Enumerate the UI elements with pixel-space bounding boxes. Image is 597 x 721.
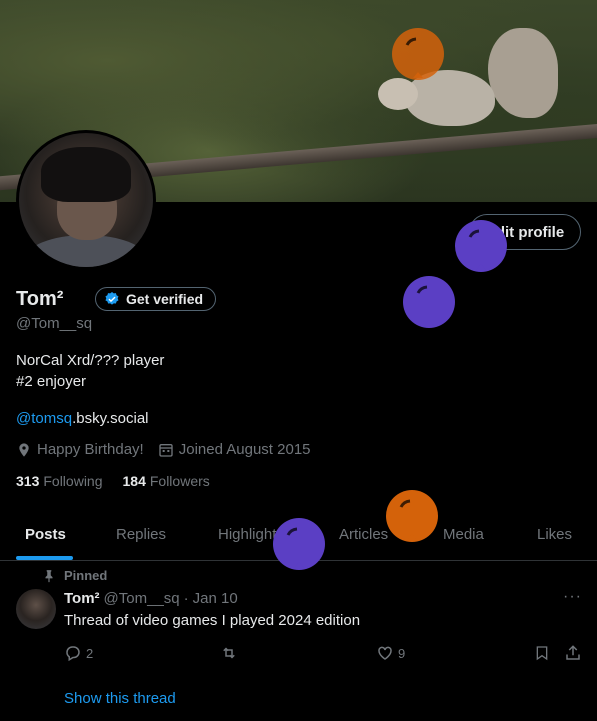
post-author-name[interactable]: Tom²: [64, 590, 100, 607]
birthday-item: Happy Birthday!: [16, 441, 144, 458]
bookmark-button[interactable]: [534, 644, 550, 662]
balloon-icon: [386, 490, 438, 542]
profile-bio: NorCal Xrd/??? player #2 enjoyer: [16, 350, 164, 392]
more-options-button[interactable]: ···: [563, 588, 582, 606]
profile-handle: @Tom__sq: [16, 315, 93, 332]
share-button[interactable]: [564, 644, 582, 662]
tab-posts[interactable]: Posts: [25, 508, 66, 560]
post-separator: ·: [183, 590, 189, 607]
birthday-text: Happy Birthday!: [37, 441, 144, 458]
followers-label: Followers: [149, 473, 210, 489]
banner-squirrel-tail: [488, 28, 558, 118]
tab-likes[interactable]: Likes: [537, 508, 572, 560]
get-verified-button[interactable]: Get verified: [95, 287, 217, 311]
post-author-handle[interactable]: @Tom__sq: [104, 590, 180, 607]
link-domain: .bsky.social: [72, 410, 149, 427]
tab-articles[interactable]: Articles: [339, 508, 388, 560]
repost-button[interactable]: [219, 644, 239, 662]
tab-media[interactable]: Media: [443, 508, 484, 560]
profile-link[interactable]: @tomsq.bsky.social: [16, 410, 149, 427]
reply-button[interactable]: 2: [64, 644, 93, 662]
balloon-icon: [403, 276, 455, 328]
following-link[interactable]: 313 Following: [16, 473, 103, 489]
post-date[interactable]: Jan 10: [193, 590, 238, 607]
followers-count: 184: [122, 473, 146, 489]
share-icon: [566, 645, 580, 660]
post-header: Tom² @Tom__sq · Jan 10: [64, 590, 238, 607]
pin-icon: [45, 569, 53, 582]
profile-avatar[interactable]: [16, 130, 156, 270]
verified-badge-icon: [105, 292, 119, 305]
show-thread-link[interactable]: Show this thread: [64, 690, 176, 707]
post-actions: 2 9: [64, 644, 584, 664]
repost-icon: [223, 647, 235, 659]
bookmark-icon: [536, 646, 548, 661]
profile-meta: Happy Birthday! Joined August 2015: [16, 441, 325, 458]
post-text: Thread of video games I played 2024 edit…: [64, 612, 361, 629]
joined-text: Joined August 2015: [178, 441, 311, 458]
tab-replies[interactable]: Replies: [116, 508, 166, 560]
following-count: 313: [16, 473, 40, 489]
location-icon: [19, 442, 29, 457]
post-author-avatar[interactable]: [16, 589, 56, 629]
balloon-icon: [273, 518, 325, 570]
like-button[interactable]: 9: [376, 644, 405, 662]
balloon-icon: [392, 28, 444, 80]
avatar-image: [19, 133, 153, 267]
link-mention[interactable]: @tomsq: [16, 410, 72, 427]
following-label: Following: [43, 473, 103, 489]
avatar-hair: [41, 147, 131, 202]
reply-count: 2: [86, 645, 94, 661]
balloon-icon: [455, 220, 507, 272]
pinned-label: Pinned: [42, 568, 107, 583]
active-tab-indicator: [16, 556, 73, 560]
get-verified-label: Get verified: [126, 291, 204, 307]
followers-link[interactable]: 184 Followers: [123, 473, 210, 489]
like-icon: [378, 646, 392, 660]
follow-stats: 313 Following 184 Followers: [16, 473, 210, 489]
joined-item: Joined August 2015: [158, 441, 311, 458]
calendar-icon: [159, 443, 173, 457]
reply-icon: [66, 646, 80, 662]
like-count: 9: [398, 645, 406, 661]
bio-line: NorCal Xrd/??? player: [16, 352, 165, 369]
pinned-text: Pinned: [64, 568, 108, 583]
bio-line: #2 enjoyer: [16, 373, 87, 390]
profile-name: Tom²: [16, 288, 64, 310]
